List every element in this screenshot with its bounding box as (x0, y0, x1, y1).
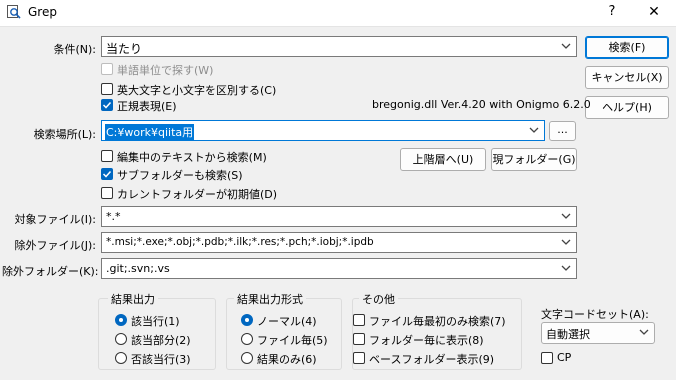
check-icon (102, 170, 112, 178)
result-output-title: 結果出力 (108, 291, 158, 307)
result-format-title: 結果出力形式 (234, 291, 306, 307)
current-folder-default-checkbox[interactable] (101, 187, 113, 199)
regex-engine-info: bregonig.dll Ver.4.20 with Onigmo 6.2.0 (372, 98, 591, 111)
case-sensitive-label: 英大文字と小文字を区別する(C) (117, 84, 277, 97)
word-unit-label: 単語単位で探す(W) (117, 64, 214, 77)
grep-search-icon (7, 5, 21, 19)
chevron-down-icon (561, 239, 571, 245)
exclude-folder-value: .git;.svn;.vs (106, 262, 170, 275)
chevron-down-icon (561, 43, 571, 49)
location-combobox[interactable]: C:¥work¥qiita用 (101, 120, 545, 141)
format-per-file-radio[interactable] (241, 333, 253, 345)
exclude-folder-combobox[interactable]: .git;.svn;.vs (101, 258, 577, 279)
charset-value: 自動選択 (546, 328, 590, 341)
cancel-button[interactable]: キャンセル(X) (585, 66, 669, 89)
per-folder-label: フォルダー毎に表示(8) (369, 334, 484, 347)
exclude-file-label: 除外ファイル(J): (14, 239, 96, 252)
close-icon[interactable]: ✕ (640, 2, 668, 22)
target-file-value: *.* (106, 210, 121, 223)
window-title: Grep (28, 5, 57, 19)
per-folder-checkbox[interactable] (353, 333, 365, 345)
help-button[interactable]: ヘルプ(H) (585, 96, 669, 119)
first-per-file-checkbox[interactable] (353, 314, 365, 326)
exclude-folder-label: 除外フォルダー(K): (2, 265, 99, 278)
chevron-down-icon (561, 265, 571, 271)
case-sensitive-checkbox[interactable] (101, 83, 113, 95)
cp-checkbox[interactable] (541, 352, 553, 364)
search-button[interactable]: 検索(F) (585, 36, 669, 59)
result-part-radio[interactable] (115, 333, 127, 345)
check-icon (102, 101, 112, 109)
chevron-down-icon (529, 127, 539, 133)
exclude-file-value: *.msi;*.exe;*.obj;*.pdb;*.ilk;*.res;*.pc… (106, 236, 374, 248)
title-bar (0, 0, 676, 27)
from-editing-checkbox[interactable] (101, 150, 113, 162)
result-line-label: 該当行(1) (131, 315, 180, 328)
condition-combobox[interactable]: 当たり (101, 36, 577, 57)
location-value: C:¥work¥qiita用 (105, 124, 195, 140)
format-normal-label: ノーマル(4) (257, 315, 317, 328)
condition-value: 当たり (106, 42, 143, 56)
subfolders-checkbox[interactable] (101, 168, 113, 180)
word-unit-checkbox[interactable] (101, 63, 113, 75)
base-folder-label: ベースフォルダー表示(9) (369, 353, 495, 366)
base-folder-checkbox[interactable] (353, 352, 365, 364)
format-per-file-label: ファイル毎(5) (257, 334, 328, 347)
charset-select[interactable]: 自動選択 (541, 322, 655, 344)
result-line-radio[interactable] (115, 314, 127, 326)
result-nonmatch-radio[interactable] (115, 352, 127, 364)
target-file-combobox[interactable]: *.* (101, 206, 577, 227)
charset-label: 文字コードセット(A): (541, 308, 649, 321)
format-result-only-label: 結果のみ(6) (257, 353, 317, 366)
other-title: その他 (359, 291, 398, 307)
chevron-down-icon (561, 213, 571, 219)
chevron-down-icon (639, 329, 649, 335)
exclude-file-combobox[interactable]: *.msi;*.exe;*.obj;*.pdb;*.ilk;*.res;*.pc… (101, 232, 577, 253)
up-folder-button[interactable]: 上階層へ(U) (400, 148, 486, 171)
format-normal-radio[interactable] (241, 314, 253, 326)
regex-label: 正規表現(E) (117, 100, 177, 113)
target-file-label: 対象ファイル(I): (14, 213, 96, 226)
location-label: 検索場所(L): (33, 128, 96, 141)
browse-folder-button[interactable]: ... (549, 121, 576, 141)
result-nonmatch-label: 否該当行(3) (131, 353, 191, 366)
from-editing-label: 編集中のテキストから検索(M) (117, 151, 267, 164)
help-title-button[interactable]: ? (600, 2, 624, 22)
current-folder-default-label: カレントフォルダーが初期値(D) (117, 188, 278, 201)
result-part-label: 該当部分(2) (131, 334, 191, 347)
cp-label: CP (557, 351, 572, 364)
current-folder-button[interactable]: 現フォルダー(G) (491, 148, 577, 171)
subfolders-label: サブフォルダーも検索(S) (117, 169, 243, 182)
condition-label: 条件(N): (53, 43, 96, 56)
first-per-file-label: ファイル毎最初のみ検索(7) (369, 315, 506, 328)
format-result-only-radio[interactable] (241, 352, 253, 364)
regex-checkbox[interactable] (101, 99, 113, 111)
